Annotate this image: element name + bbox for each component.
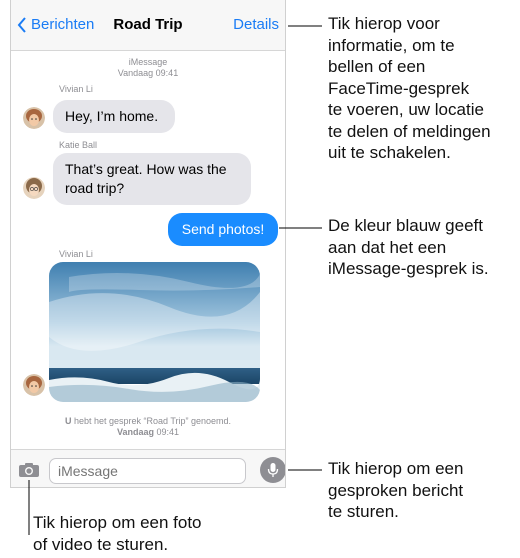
- message-input[interactable]: [49, 458, 246, 484]
- navigation-bar: Berichten Road Trip Details: [11, 0, 285, 51]
- callout-line: De kleur blauw geeft: [328, 216, 483, 235]
- rename-notice-text: hebt het gesprek “Road Trip” genoemd.: [73, 416, 232, 426]
- messages-screen: Berichten Road Trip Details iMessage Van…: [10, 0, 286, 488]
- message-bubble-incoming[interactable]: That’s great. How was the road trip?: [53, 153, 251, 205]
- timestamp-time: 09:41: [156, 427, 180, 437]
- chevron-left-icon: [17, 16, 26, 33]
- header-timestamp: Vandaag 09:41: [11, 68, 285, 79]
- footer-timestamp: Vandaag 09:41: [11, 427, 285, 438]
- photo-message[interactable]: [49, 262, 260, 402]
- rename-notice: U hebt het gesprek “Road Trip” genoemd. …: [11, 416, 285, 438]
- callout-line: FaceTime-gesprek: [328, 78, 470, 98]
- callout-line: aan dat het een: [328, 237, 447, 257]
- callout-line: Tik hierop om een foto: [33, 513, 202, 532]
- sender-name: Katie Ball: [59, 140, 98, 150]
- timestamp-time: 09:41: [155, 68, 179, 78]
- callout-line: of video te sturen.: [33, 534, 169, 554]
- timestamp-day: Vandaag: [117, 68, 154, 78]
- camera-icon: [19, 463, 39, 477]
- microphone-icon: [267, 463, 279, 477]
- callout-line: bellen of een: [328, 57, 426, 76]
- avatar-katie[interactable]: [23, 177, 45, 199]
- rename-notice-user: U: [64, 416, 72, 426]
- avatar-vivian[interactable]: [23, 107, 45, 129]
- callout-line: te sturen.: [328, 502, 399, 521]
- timestamp-day: Vandaag: [116, 427, 154, 437]
- callout-details: Tik hierop voor informatie, om te bellen…: [328, 13, 491, 164]
- avatar-vivian[interactable]: [23, 374, 45, 396]
- conversation-header-meta: iMessage Vandaag 09:41: [11, 57, 285, 79]
- callout-line: te delen of meldingen: [328, 121, 491, 141]
- callout-line: uit te schakelen.: [328, 143, 451, 162]
- callout-blue-color: De kleur blauw geeft aan dat het een iMe…: [328, 215, 489, 280]
- callout-microphone: Tik hierop om een gesproken bericht te s…: [328, 458, 463, 523]
- rename-notice-line: U hebt het gesprek “Road Trip” genoemd.: [11, 416, 285, 427]
- back-button-label: Berichten: [31, 16, 95, 33]
- callout-line: te voeren, uw locatie: [328, 100, 484, 119]
- callout-line: iMessage-gesprek is.: [328, 259, 489, 278]
- callout-line: gesproken bericht: [328, 480, 464, 500]
- callout-camera: Tik hierop om een foto of video te sture…: [33, 512, 202, 555]
- callout-line: Tik hierop voor: [328, 14, 440, 33]
- message-input-bar: [11, 449, 285, 487]
- service-label: iMessage: [128, 57, 168, 67]
- callout-line: Tik hierop om een: [328, 459, 464, 478]
- sender-name: Vivian Li: [59, 84, 93, 94]
- microphone-button[interactable]: [260, 457, 285, 483]
- message-bubble-incoming[interactable]: Hey, I’m home.: [53, 100, 175, 133]
- message-bubble-outgoing[interactable]: Send photos!: [168, 213, 278, 246]
- back-button[interactable]: Berichten: [17, 16, 94, 33]
- callout-line: informatie, om te: [328, 35, 455, 55]
- details-button[interactable]: Details: [233, 16, 279, 33]
- sender-name: Vivian Li: [59, 249, 93, 259]
- camera-button[interactable]: [18, 462, 40, 483]
